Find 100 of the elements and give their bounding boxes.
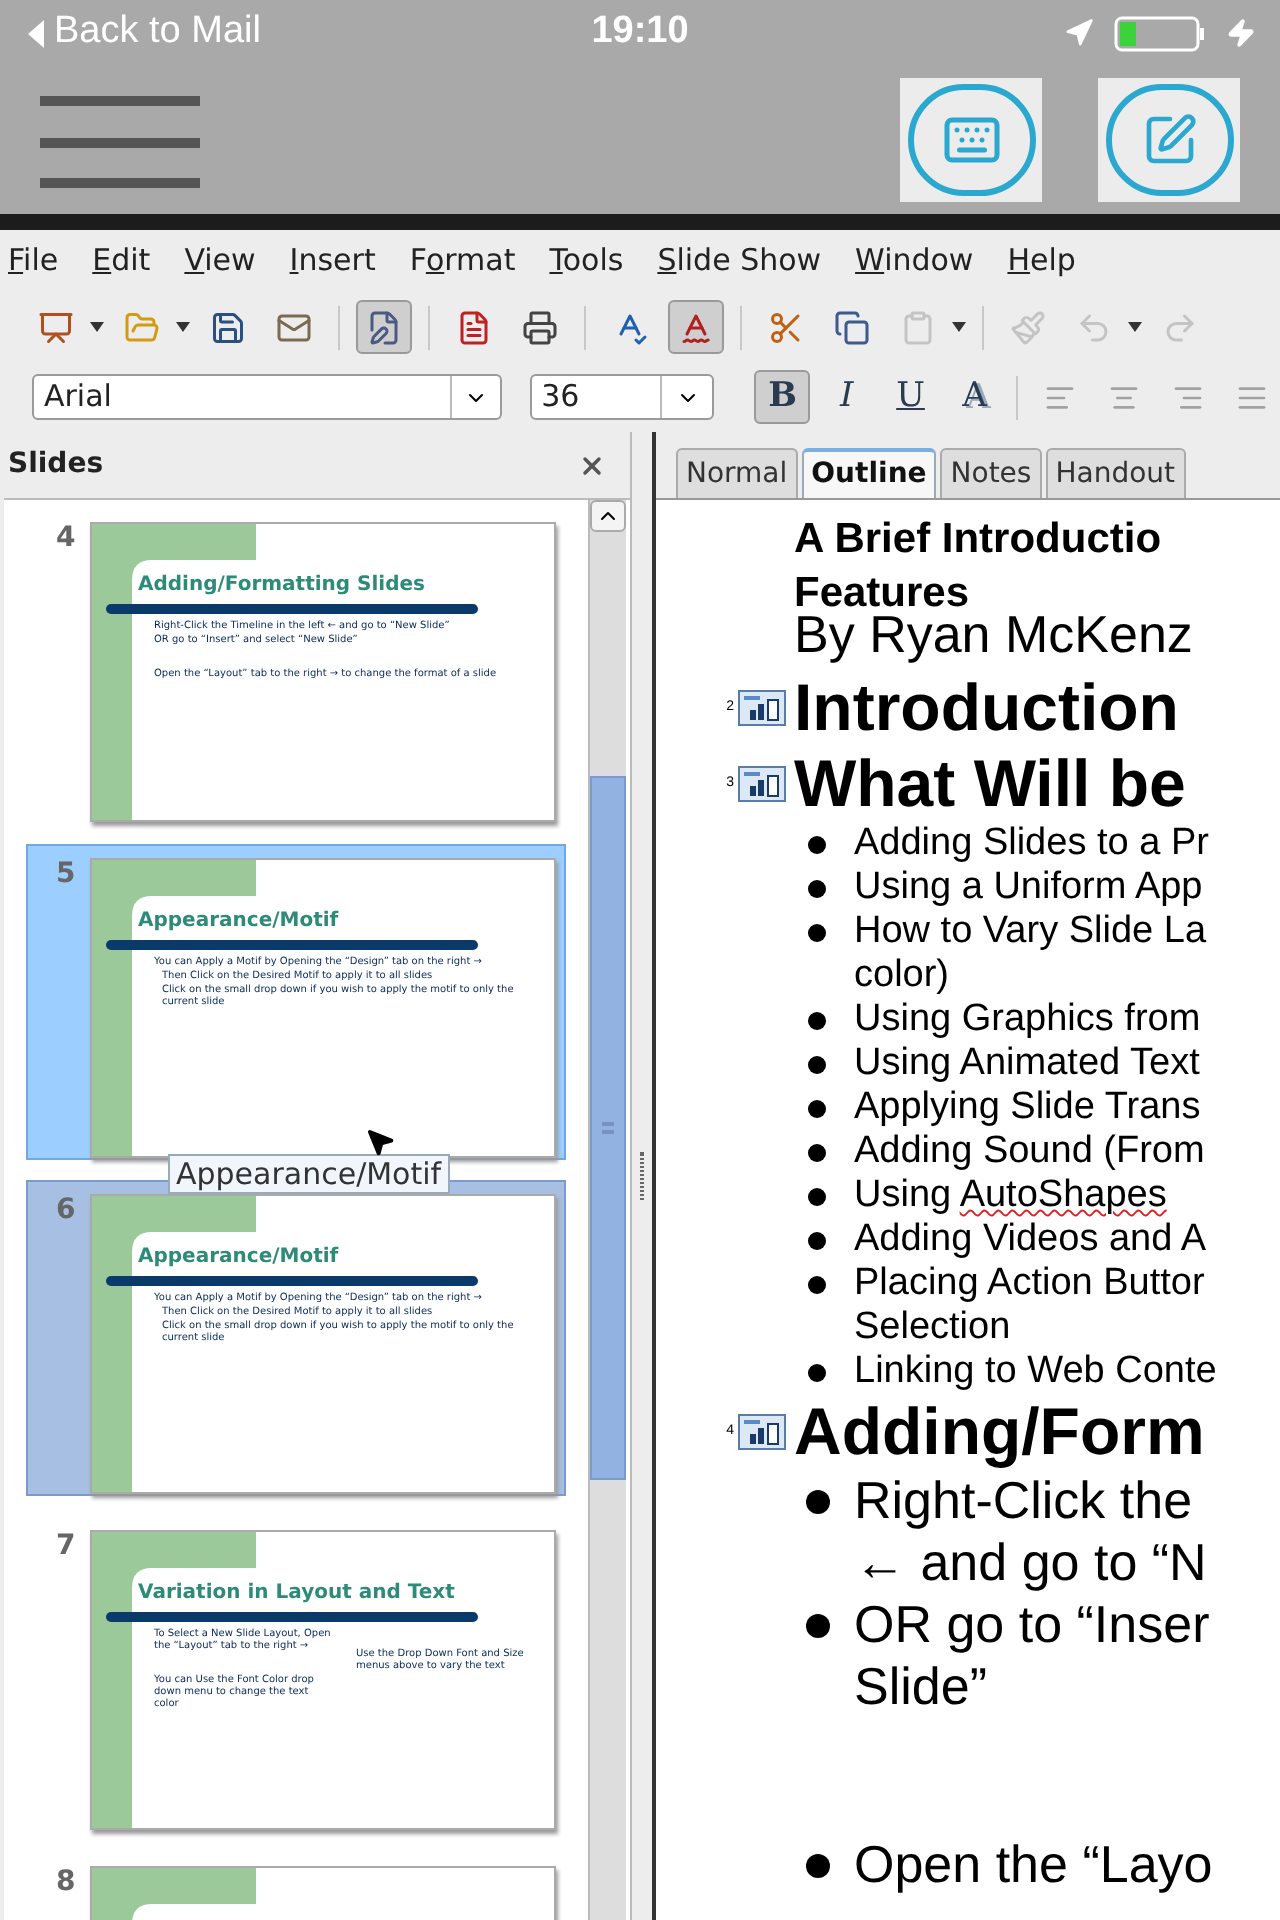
outline-bullet-text: Adding Sound (From bbox=[854, 1130, 1205, 1174]
menu-item[interactable]: Edit bbox=[92, 238, 151, 284]
menu-item[interactable]: File bbox=[8, 238, 59, 284]
view-tab[interactable]: Notes bbox=[940, 448, 1042, 498]
outline-slide-title: A Brief Introductio bbox=[794, 514, 1162, 566]
slide-number: 7 bbox=[54, 1528, 78, 1566]
outline-bullet-text: ← and go to “N bbox=[854, 1532, 1207, 1594]
view-tab[interactable]: Handout bbox=[1045, 448, 1186, 498]
bullet-icon bbox=[806, 1854, 830, 1878]
menu-item[interactable]: Slide Show bbox=[657, 238, 822, 284]
outline-bullet-text: Using Graphics from bbox=[854, 998, 1201, 1042]
menu-item[interactable]: Tools bbox=[549, 238, 624, 284]
toolbar-button[interactable] bbox=[356, 300, 412, 354]
scroll-grip-icon bbox=[602, 1122, 614, 1134]
thumbnail-title: Variation in Layout and Text bbox=[138, 1582, 457, 1606]
outline-bullet-text: Applying Slide Trans bbox=[854, 1086, 1201, 1130]
align-center-icon bbox=[1108, 381, 1141, 413]
slide-thumbnail[interactable] bbox=[90, 858, 556, 1158]
undo-icon bbox=[1076, 309, 1112, 345]
dropdown-caret-icon[interactable] bbox=[1128, 322, 1142, 332]
dropdown-caret-icon[interactable] bbox=[952, 322, 966, 332]
mouse-pointer-icon bbox=[364, 1126, 396, 1158]
bullet-icon bbox=[808, 880, 826, 898]
font-name-field[interactable]: Arial bbox=[32, 374, 502, 420]
slide-thumbnail[interactable] bbox=[90, 1530, 556, 1830]
text-style-button[interactable]: I bbox=[818, 370, 875, 424]
outline-bullet-text: color) bbox=[854, 954, 952, 998]
text-style-button[interactable]: U bbox=[882, 370, 939, 424]
toolbar-button[interactable] bbox=[668, 300, 724, 354]
panel-title: Slides bbox=[8, 446, 104, 484]
menu-item[interactable]: Window bbox=[855, 238, 974, 284]
slide-icon bbox=[738, 1414, 786, 1450]
spellcheck-icon bbox=[678, 309, 714, 345]
bullet-icon bbox=[808, 1100, 826, 1118]
thumbnail-title: Appearance/Motif bbox=[138, 910, 341, 934]
slide-thumbnail[interactable] bbox=[90, 1194, 556, 1494]
bullet-icon bbox=[808, 1056, 826, 1074]
bullet-icon bbox=[808, 1232, 826, 1250]
align-left-icon bbox=[1044, 381, 1077, 413]
folder-icon bbox=[124, 309, 160, 345]
text-style-button[interactable]: A bbox=[946, 370, 1003, 424]
outline-slide-title: Adding/Form bbox=[794, 1394, 1205, 1468]
bullet-icon bbox=[808, 1276, 826, 1294]
charging-icon bbox=[1226, 18, 1257, 48]
keyboard-button[interactable] bbox=[900, 78, 1042, 202]
dropdown-caret-icon[interactable] bbox=[176, 322, 190, 332]
print-icon bbox=[522, 309, 558, 345]
outline-bullet-text: Slide” bbox=[854, 1656, 989, 1718]
slide-icon bbox=[738, 766, 786, 802]
outline-bullet-text: Right-Click the bbox=[854, 1470, 1195, 1532]
copy-icon bbox=[834, 309, 870, 345]
font-size-field[interactable]: 36 bbox=[529, 374, 715, 420]
menu-item[interactable]: Help bbox=[1007, 238, 1076, 284]
redo-icon bbox=[1162, 309, 1198, 345]
envelope-icon bbox=[276, 309, 312, 345]
view-tab[interactable]: Normal bbox=[676, 448, 798, 498]
bullet-icon bbox=[808, 836, 826, 854]
view-tab[interactable]: Outline bbox=[801, 448, 937, 498]
close-icon[interactable] bbox=[578, 451, 606, 479]
bullet-icon bbox=[806, 1614, 830, 1638]
pdf-icon bbox=[456, 309, 492, 345]
dropdown-caret-icon[interactable] bbox=[90, 322, 104, 332]
bullet-icon bbox=[808, 1364, 826, 1382]
back-icon[interactable] bbox=[24, 17, 48, 49]
edit-icon bbox=[366, 309, 402, 345]
paste-icon bbox=[900, 309, 936, 345]
outline-bullet-text: Using Animated Text bbox=[854, 1042, 1200, 1086]
menu-item[interactable]: Insert bbox=[289, 238, 376, 284]
outline-bullet-text: Adding Videos and A bbox=[854, 1218, 1207, 1262]
thumbnail-title: Appearance/Motif bbox=[138, 1246, 341, 1270]
slide-list-item[interactable]: 8 bbox=[26, 1852, 566, 1920]
cut-icon bbox=[768, 309, 804, 345]
outline-bullet-text: Using a Uniform App bbox=[854, 866, 1203, 910]
save-icon bbox=[210, 309, 246, 345]
slide-number: 5 bbox=[54, 856, 78, 894]
pen-on-pad-icon bbox=[1141, 112, 1197, 168]
align-right-icon bbox=[1172, 381, 1205, 413]
slide-number: 8 bbox=[54, 1864, 78, 1902]
text-style-button[interactable]: B bbox=[754, 370, 811, 424]
slide-icon bbox=[738, 690, 786, 726]
bullet-icon bbox=[808, 1144, 826, 1162]
outline-bullet-text: Linking to Web Conte bbox=[854, 1350, 1217, 1394]
menu-item[interactable]: Format bbox=[409, 238, 516, 284]
bullet-icon bbox=[808, 1188, 826, 1206]
menu-item[interactable]: View bbox=[184, 238, 256, 284]
outline-slide-title: What Will be bbox=[794, 746, 1186, 820]
outline-bullet-text: How to Vary Slide La bbox=[854, 910, 1207, 954]
slide-list-item[interactable] bbox=[26, 844, 566, 1160]
battery-icon bbox=[1114, 15, 1207, 51]
outline-bullet-text: Adding Slides to a Pr bbox=[854, 822, 1209, 866]
scrollbar[interactable] bbox=[588, 500, 626, 1920]
align-justify-icon bbox=[1236, 381, 1269, 413]
brush-icon bbox=[1010, 309, 1046, 345]
outline-bullet-text: OR go to “Inser bbox=[854, 1594, 1210, 1656]
bullet-icon bbox=[808, 924, 826, 942]
draw-button[interactable] bbox=[1098, 78, 1240, 202]
outline-bullet-text: Placing Action Buttor bbox=[854, 1262, 1205, 1306]
clock: 19:10 bbox=[591, 8, 689, 57]
menu-icon[interactable] bbox=[40, 90, 200, 190]
location-icon bbox=[1064, 18, 1095, 48]
